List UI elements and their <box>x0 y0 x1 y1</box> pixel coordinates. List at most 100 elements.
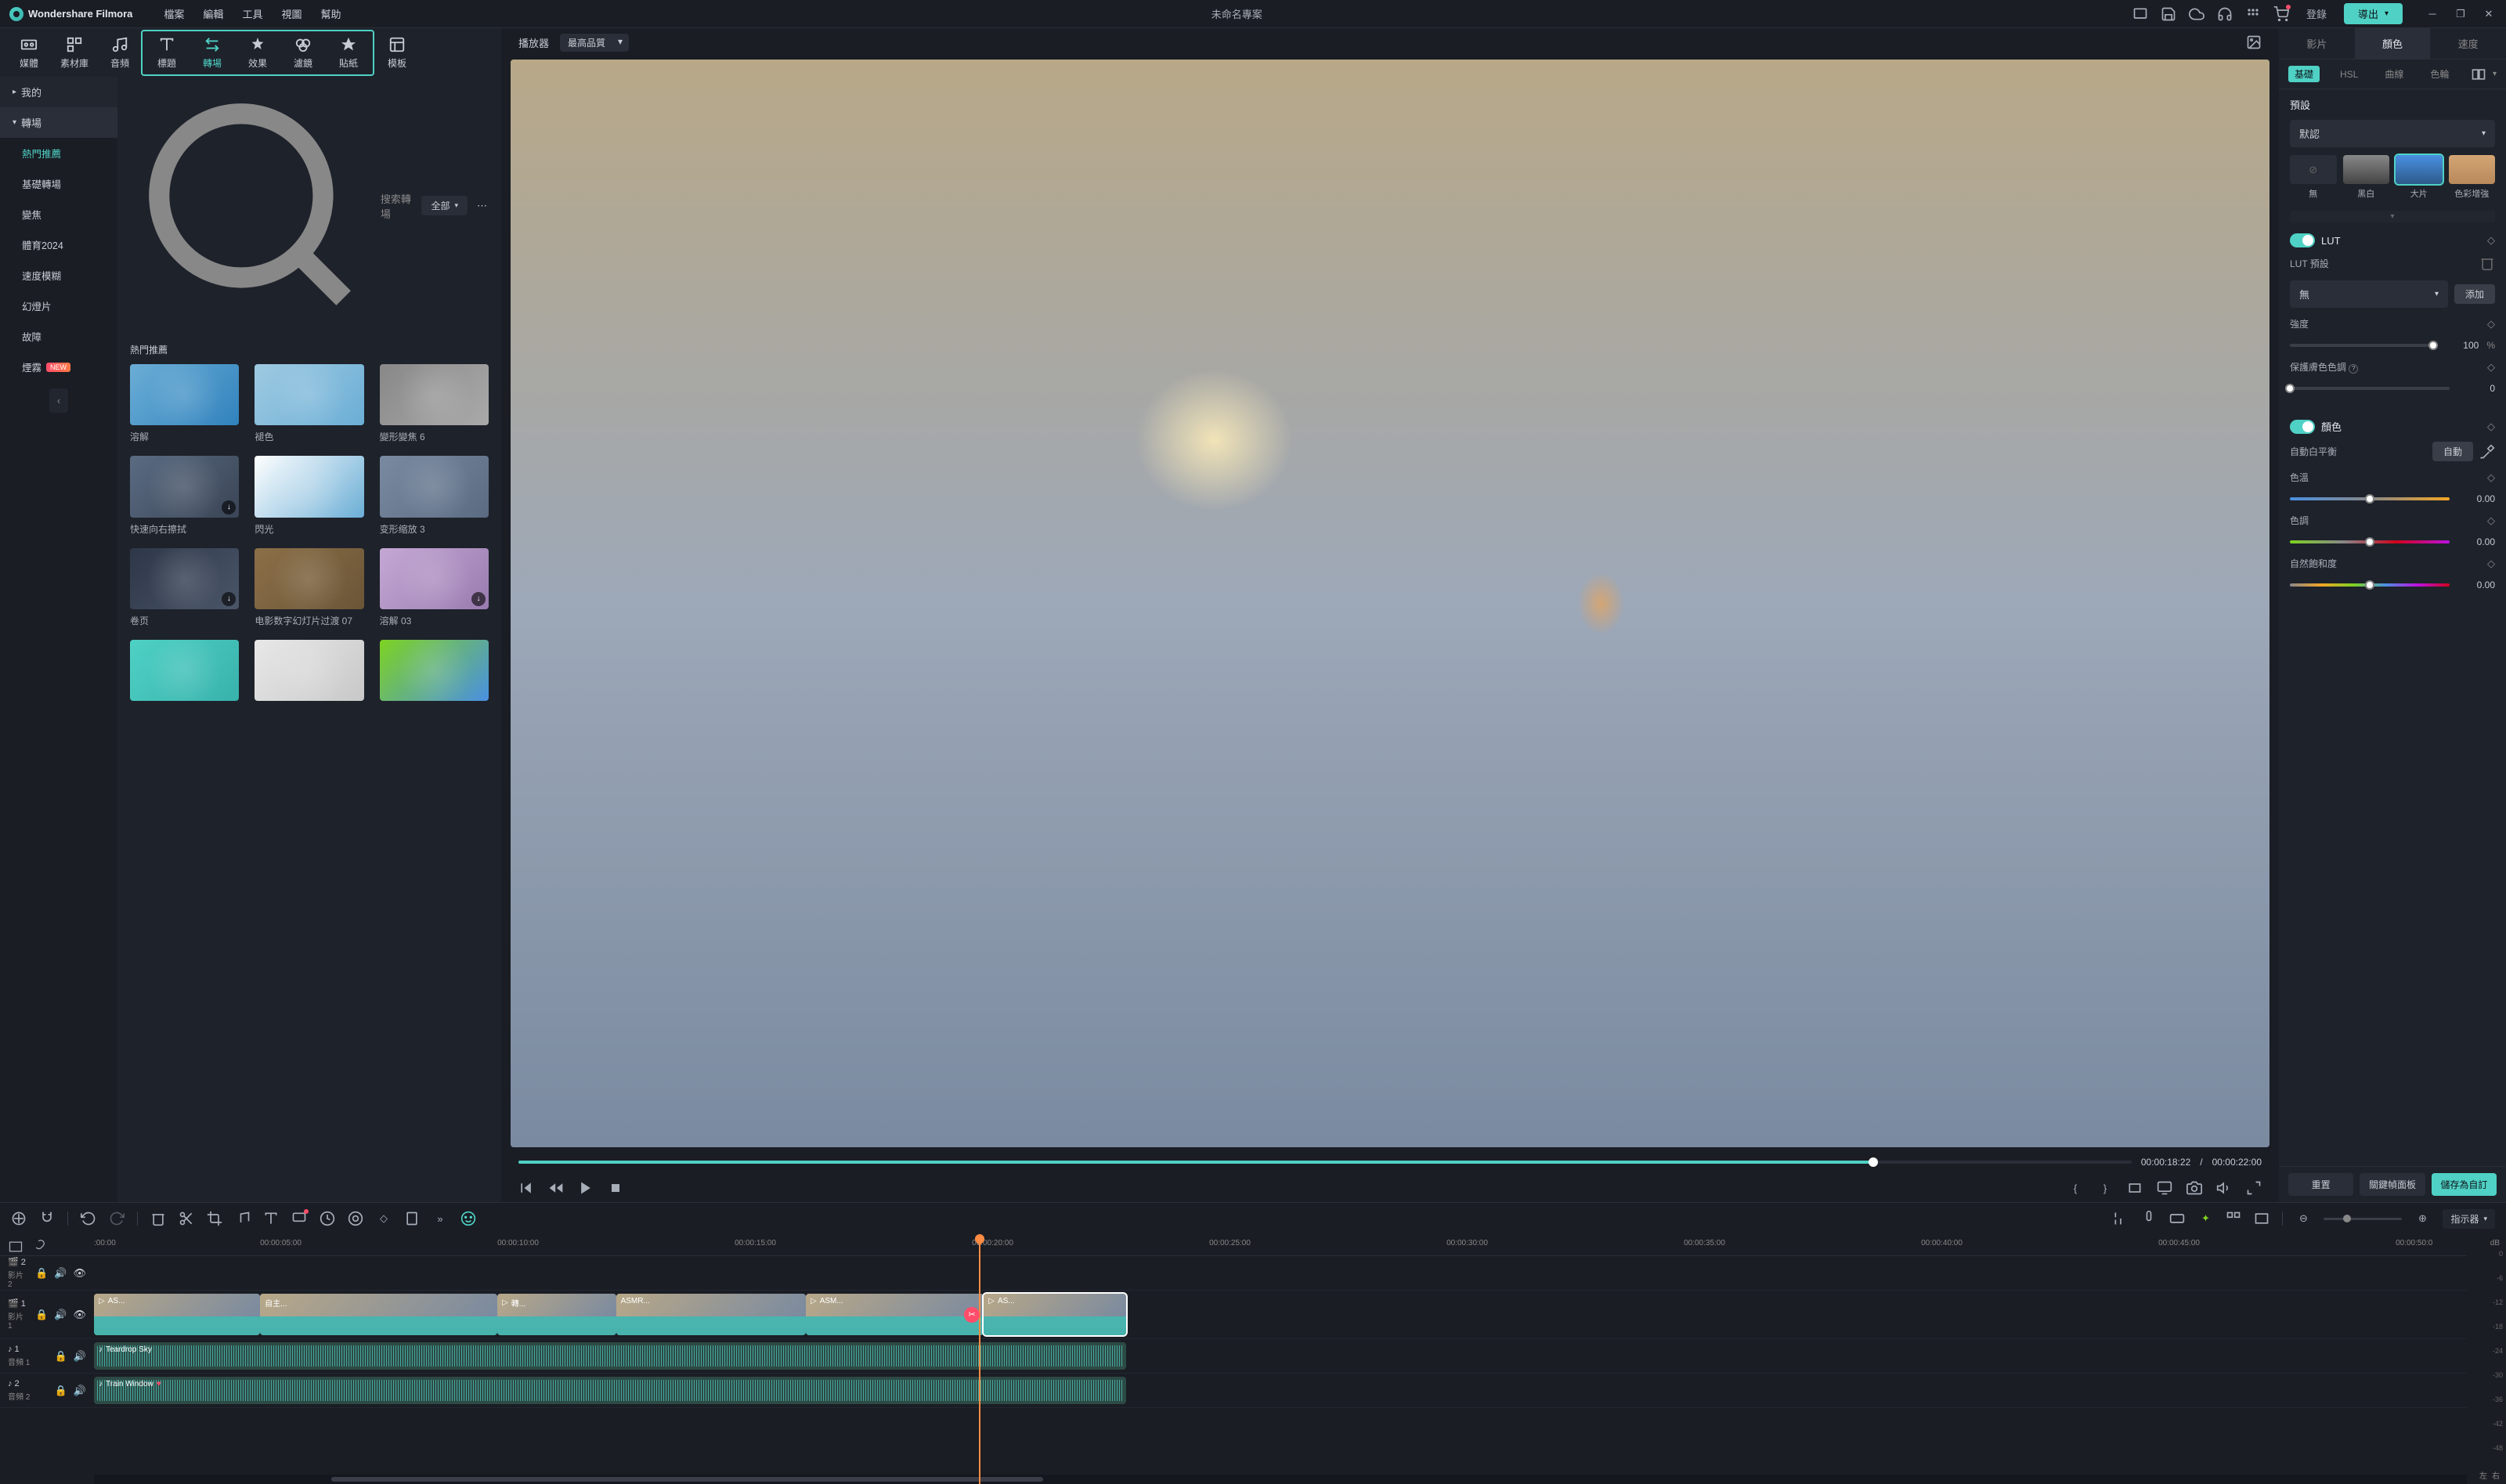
fullscreen-icon[interactable] <box>2246 1180 2262 1196</box>
save-icon[interactable] <box>2161 6 2176 22</box>
sidebar-item-zoom[interactable]: 變焦 <box>0 199 117 229</box>
cart-icon[interactable] <box>2273 6 2289 22</box>
subtab-hsl[interactable]: HSL <box>2334 67 2364 81</box>
headphones-icon[interactable] <box>2217 6 2233 22</box>
track-add-icon[interactable] <box>8 1239 23 1255</box>
color-toggle[interactable] <box>2290 420 2315 434</box>
timeline-tracks[interactable]: :00:00 00:00:05:00 00:00:10:00 00:00:15:… <box>94 1234 2467 1484</box>
video-clip[interactable]: 自主... <box>260 1294 497 1335</box>
link-icon[interactable] <box>30 1239 45 1255</box>
progress-bar[interactable] <box>518 1161 2132 1164</box>
keyframe-icon[interactable]: ◇ <box>2487 361 2495 374</box>
vibrance-value[interactable]: 0.00 <box>2457 580 2495 590</box>
minimize-icon[interactable]: ─ <box>2425 6 2440 22</box>
login-link[interactable]: 登錄 <box>2306 6 2327 21</box>
playhead[interactable] <box>979 1234 980 1484</box>
keyframe-panel-button[interactable]: 關鍵幀面板 <box>2360 1173 2425 1196</box>
sidebar-my[interactable]: ▸我的 <box>0 77 117 107</box>
transition-item[interactable]: 电影数字幻灯片过渡 07 <box>255 548 363 627</box>
add-track-icon[interactable] <box>11 1211 27 1226</box>
display-icon[interactable] <box>2157 1180 2172 1196</box>
intensity-value[interactable]: 100 <box>2441 340 2479 351</box>
timeline-scrollbar[interactable] <box>94 1475 2467 1484</box>
grid2-icon[interactable] <box>2226 1211 2241 1226</box>
rp-tab-color[interactable]: 顏色 <box>2355 28 2431 59</box>
sidebar-item-smoke[interactable]: 煙霧 NEW <box>0 352 117 382</box>
play-icon[interactable] <box>578 1180 594 1196</box>
tint-slider[interactable] <box>2290 540 2450 543</box>
video-clip[interactable]: ▷ AS... <box>94 1294 260 1335</box>
camera-icon[interactable] <box>2186 1180 2202 1196</box>
audio-clip[interactable]: ♪ Teardrop Sky <box>94 1342 1126 1370</box>
keyframe-icon[interactable]: ◇ <box>2487 421 2495 433</box>
track-head-a1[interactable]: ♪ 1音頻 1 🔒🔊 <box>0 1339 94 1374</box>
transition-item[interactable] <box>130 640 239 701</box>
expand-presets[interactable]: ▾ <box>2290 211 2495 222</box>
transition-item[interactable]: 褪色 <box>255 364 363 443</box>
keyframe-icon[interactable]: ◇ <box>2487 471 2495 484</box>
prev-frame-icon[interactable] <box>518 1180 534 1196</box>
audio-icon[interactable] <box>235 1211 251 1226</box>
menu-tools[interactable]: 工具 <box>242 6 262 21</box>
delete-icon[interactable] <box>2479 255 2495 271</box>
step-back-icon[interactable] <box>548 1180 564 1196</box>
temp-value[interactable]: 0.00 <box>2457 493 2495 504</box>
menu-file[interactable]: 檔案 <box>164 6 184 21</box>
magnet-icon[interactable] <box>39 1211 55 1226</box>
grid-icon[interactable] <box>2245 6 2261 22</box>
tab-titles[interactable]: 標題 <box>144 33 190 73</box>
tab-templates[interactable]: 模板 <box>374 33 420 73</box>
quality-dropdown[interactable]: 最高品質 <box>560 34 629 52</box>
ai-icon[interactable] <box>460 1211 476 1226</box>
player-tab[interactable]: 播放器 <box>518 35 549 50</box>
preset-enhance[interactable]: 色彩增強 <box>2449 155 2496 200</box>
speed-tool-icon[interactable] <box>320 1211 335 1226</box>
save-custom-button[interactable]: 儲存為自訂 <box>2432 1173 2497 1196</box>
cut-marker-icon[interactable]: ✂ <box>964 1307 980 1323</box>
volume-icon[interactable] <box>2216 1180 2232 1196</box>
mask-icon[interactable] <box>2254 1211 2269 1226</box>
video-clip-selected[interactable]: ▷ AS... <box>984 1294 1126 1335</box>
video-clip[interactable]: ASMR... <box>616 1294 806 1335</box>
zoom-slider[interactable] <box>2324 1218 2402 1220</box>
tab-media[interactable]: 媒體 <box>6 33 52 73</box>
transition-item[interactable]: ↓快速向右擦拭 <box>130 456 239 535</box>
lut-toggle[interactable] <box>2290 233 2315 247</box>
transition-item[interactable]: 变形缩放 3 <box>380 456 489 535</box>
rp-tab-video[interactable]: 影片 <box>2279 28 2355 59</box>
video-clip[interactable]: ▷ ASM... <box>806 1294 984 1335</box>
skin-value[interactable]: 0 <box>2457 383 2495 394</box>
redo-icon[interactable] <box>109 1211 125 1226</box>
sidebar-item-speed[interactable]: 速度模糊 <box>0 260 117 291</box>
preset-dropdown[interactable]: 默認 <box>2290 120 2495 147</box>
transition-item[interactable]: 變形變焦 6 <box>380 364 489 443</box>
tab-stock[interactable]: 素材庫 <box>52 33 97 73</box>
maximize-icon[interactable]: ❐ <box>2453 6 2468 22</box>
subtab-curves[interactable]: 曲線 <box>2378 66 2410 82</box>
compare-icon[interactable] <box>2471 67 2486 82</box>
more-icon[interactable]: ⋯ <box>474 197 490 215</box>
lut-dropdown[interactable]: 無 <box>2290 280 2448 308</box>
track-head-v1[interactable]: 🎬 1影片 1 🔒🔊👁 <box>0 1291 94 1339</box>
menu-edit[interactable]: 編輯 <box>203 6 223 21</box>
mark-out-icon[interactable]: } <box>2097 1180 2113 1196</box>
add-lut-button[interactable]: 添加 <box>2454 284 2495 304</box>
track-head-v2[interactable]: 🎬 2影片 2 🔒🔊👁 <box>0 1256 94 1291</box>
color-tool-icon[interactable] <box>348 1211 363 1226</box>
sidebar-item-sports[interactable]: 體育2024 <box>0 229 117 260</box>
crop-icon[interactable] <box>207 1211 222 1226</box>
keyframe-icon[interactable]: ◇ <box>2487 318 2495 330</box>
undo-icon[interactable] <box>81 1211 96 1226</box>
preset-none[interactable]: ⊘無 <box>2290 155 2337 200</box>
menu-help[interactable]: 幫助 <box>320 6 341 21</box>
sidebar-item-glitch[interactable]: 故障 <box>0 321 117 352</box>
keyframe-tool-icon[interactable]: ◇ <box>376 1211 392 1226</box>
menu-view[interactable]: 視圖 <box>281 6 302 21</box>
cloud-icon[interactable] <box>2189 6 2204 22</box>
transition-item[interactable]: ↓溶解 03 <box>380 548 489 627</box>
video-clip[interactable]: ▷ 轉... <box>497 1294 616 1335</box>
intensity-slider[interactable] <box>2290 344 2433 347</box>
stop-icon[interactable] <box>608 1180 623 1196</box>
sidebar-collapse[interactable]: ‹ <box>49 388 68 413</box>
more-tools-icon[interactable]: » <box>432 1211 448 1226</box>
